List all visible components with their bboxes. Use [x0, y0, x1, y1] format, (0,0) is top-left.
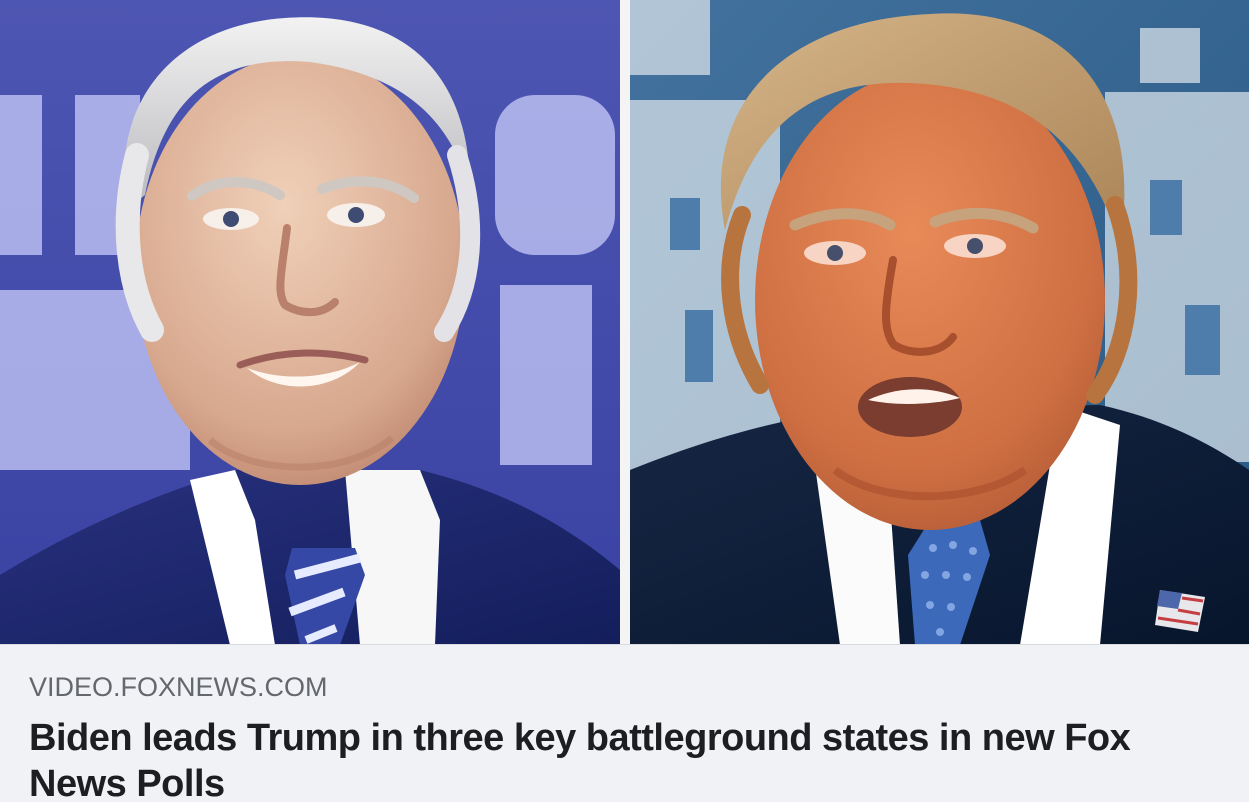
source-domain[interactable]: VIDEO.FOXNEWS.COM: [29, 672, 328, 702]
article-headline[interactable]: Biden leads Trump in three key battlegro…: [29, 715, 1219, 802]
preview-image[interactable]: [0, 0, 1249, 645]
portrait-photo-right: [630, 0, 1249, 645]
preview-caption[interactable]: VIDEO.FOXNEWS.COM Biden leads Trump in t…: [0, 645, 1249, 802]
portrait-photo-left: [0, 0, 620, 645]
link-preview-card[interactable]: VIDEO.FOXNEWS.COM Biden leads Trump in t…: [0, 0, 1249, 802]
image-divider: [620, 0, 630, 645]
